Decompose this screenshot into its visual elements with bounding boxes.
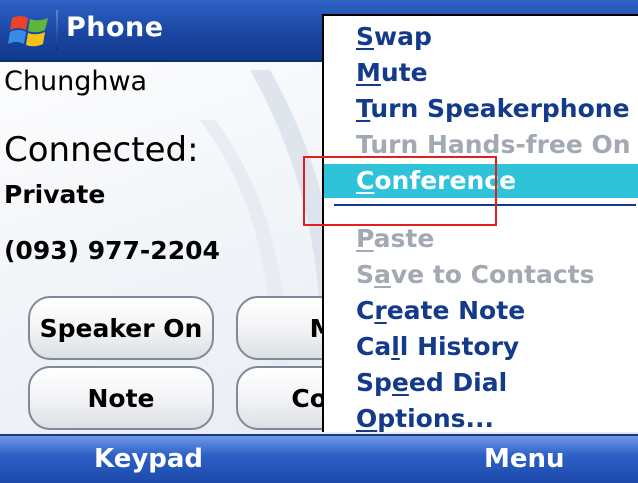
menu-item-text: ed Dial bbox=[408, 368, 508, 397]
menu-item-mnemonic: P bbox=[356, 224, 374, 253]
menu-item-mute[interactable]: Mute bbox=[324, 56, 638, 90]
softkey-keypad[interactable]: Keypad bbox=[94, 444, 203, 474]
menu-item-options[interactable]: Options... bbox=[324, 402, 638, 436]
highlight-annotation-box bbox=[303, 156, 497, 226]
call-status: Connected: bbox=[4, 130, 199, 170]
note-button[interactable]: Note bbox=[28, 366, 214, 430]
menu-item-text: Sp bbox=[356, 368, 392, 397]
menu-item-text: aste bbox=[373, 224, 435, 253]
menu-item-text: ute bbox=[380, 58, 428, 87]
menu-item-text: C bbox=[356, 296, 375, 325]
caller-number: (093) 977-2204 bbox=[4, 236, 220, 265]
menu-item-call-history[interactable]: Call History bbox=[324, 330, 638, 364]
menu-item-mnemonic: e bbox=[391, 368, 409, 397]
menu-item-turn-speakerphone-on[interactable]: Turn Speakerphone On bbox=[324, 92, 638, 126]
softkey-bar: Keypad Menu bbox=[0, 434, 638, 483]
caller-name: Private bbox=[4, 180, 106, 209]
menu-item-mnemonic: l bbox=[391, 332, 400, 361]
menu-item-mnemonic: S bbox=[356, 22, 375, 51]
app-title: Phone bbox=[66, 12, 164, 43]
menu-item-swap[interactable]: Swap bbox=[324, 20, 638, 54]
carrier-name: Chunghwa bbox=[4, 66, 148, 97]
menu-item-text: T bbox=[356, 130, 371, 159]
menu-item-text: ve to Contacts bbox=[390, 260, 595, 289]
menu-item-text: urn Speakerphone On bbox=[370, 94, 638, 123]
menu-item-mnemonic: T bbox=[356, 94, 371, 123]
menu-item-text: ptions... bbox=[377, 404, 495, 433]
menu-item-text: wap bbox=[374, 22, 432, 51]
menu-item-mnemonic: O bbox=[356, 404, 378, 433]
menu-item-save-to-contacts: Save to Contacts bbox=[324, 258, 638, 292]
speaker-on-button[interactable]: Speaker On bbox=[28, 296, 214, 360]
softkey-menu[interactable]: Menu bbox=[484, 444, 565, 474]
menu-item-mnemonic: u bbox=[370, 130, 389, 159]
menu-item-mnemonic: r bbox=[374, 296, 387, 325]
menu-item-speed-dial[interactable]: Speed Dial bbox=[324, 366, 638, 400]
menu-item-text: S bbox=[356, 260, 375, 289]
menu-item-text: l History bbox=[399, 332, 520, 361]
speaker-on-label: Speaker On bbox=[39, 313, 203, 343]
phone-screen: Phone Chunghwa Connected: Private (093) … bbox=[0, 0, 638, 483]
menu-item-paste: Paste bbox=[324, 222, 638, 256]
menu-item-mnemonic: M bbox=[356, 58, 381, 87]
menu-item-text: rn Hands-free On bbox=[388, 130, 631, 159]
title-separator bbox=[56, 10, 58, 50]
windows-flag-icon[interactable] bbox=[8, 10, 52, 52]
menu-item-mnemonic: a bbox=[374, 260, 391, 289]
menu-item-text: Ca bbox=[356, 332, 392, 361]
menu-item-text: eate Note bbox=[386, 296, 526, 325]
menu-item-create-note[interactable]: Create Note bbox=[324, 294, 638, 328]
note-label: Note bbox=[87, 383, 155, 413]
